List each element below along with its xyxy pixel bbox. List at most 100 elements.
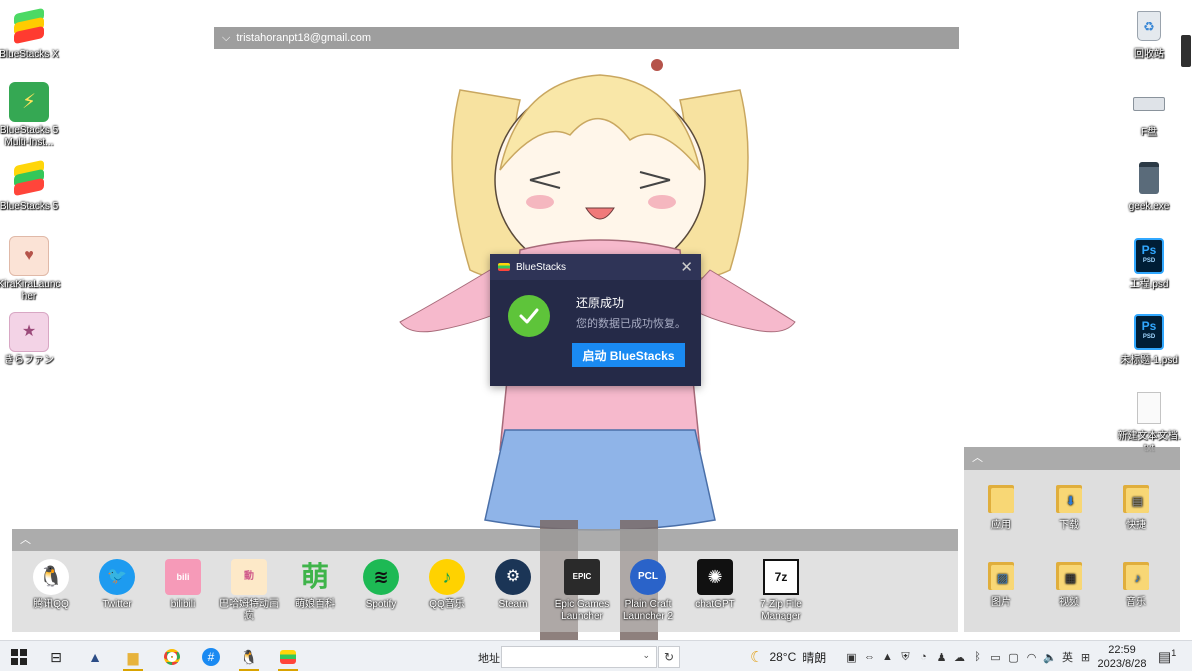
desktop-icon-recycle-bin[interactable]: ♻ 回收站 (1117, 6, 1181, 61)
desktop-icon-label: F盘 (1140, 127, 1158, 138)
desktop-icon-kirafan[interactable]: ★ きらファン (0, 312, 61, 367)
dock-item-moegirl[interactable]: 萌 萌娘百科 (282, 559, 348, 611)
folder-panel-collapse-toggle[interactable]: ︿ (964, 447, 1180, 470)
close-icon[interactable]: ✕ (680, 260, 693, 275)
kirakira-launcher-icon: ♥ (9, 236, 49, 276)
clock[interactable]: 22:59 2023/8/28 (1096, 643, 1148, 671)
network-icon[interactable]: ▢ (1007, 651, 1020, 664)
taskbar: ⊟ ▲ ▆ # 🐧 地址 ⌄ ↻ ☾ 28°C 晴朗 ▣ ⇔ ▲ ⛨ ◔ ♟ ☁… (0, 640, 1192, 671)
edge-scroll-handle[interactable] (1181, 35, 1191, 67)
dock-item-steam[interactable]: ⚙ Steam (480, 559, 546, 611)
address-bar[interactable]: ⌄ (501, 646, 657, 668)
dock-item-label: 7-Zip File Manager (760, 599, 802, 622)
drive-icon (1129, 84, 1169, 124)
bluestacks-logo-icon (498, 263, 510, 271)
dock-item-spotify[interactable]: ≋ Spotify (348, 559, 414, 611)
text-file-icon (1129, 388, 1169, 428)
taskbar-app-cat[interactable]: ▲ (79, 644, 111, 670)
desktop-icon-label: 回收站 (1134, 49, 1164, 60)
chevron-down-icon[interactable]: ⌄ (642, 650, 650, 661)
folder-shortcuts[interactable]: ▤ 快捷 (1106, 483, 1166, 531)
desktop-icon-new-text[interactable]: 新建文本文档.txt (1117, 388, 1181, 455)
task-view-button[interactable]: ⊟ (40, 644, 72, 670)
desktop-icon-label: 工程.psd (1129, 279, 1169, 290)
dock-item-bilibili[interactable]: bili bilibili (150, 559, 216, 611)
videos-folder-icon: ▦ (1054, 560, 1084, 590)
taskbar-chrome[interactable] (156, 644, 188, 670)
desktop-icon-f-drive[interactable]: F盘 (1117, 84, 1181, 139)
desktop-icon-geek[interactable]: geek.exe (1117, 158, 1181, 213)
dock-item-7zip[interactable]: 7z 7-Zip File Manager (748, 559, 814, 623)
keyboard-grid-icon[interactable]: ⊞ (1079, 651, 1092, 664)
dock-item-bahamut-anime[interactable]: 動 巴哈姆特动画疯 (216, 559, 282, 623)
notification-center-button[interactable]: ▤1 (1158, 648, 1176, 666)
cat-app-icon: ▲ (88, 649, 102, 665)
account-bar[interactable]: ⌵ tristahoranpt18@gmail.com (214, 27, 959, 49)
taskbar-qq[interactable]: 🐧 (233, 644, 265, 671)
taskbar-file-explorer[interactable]: ▆ (117, 644, 149, 671)
security-shield-icon[interactable]: ⛨ (899, 651, 912, 664)
battery-icon[interactable]: ▭ (989, 651, 1002, 664)
document-folder-icon: ▤ (1121, 483, 1151, 513)
desktop-icon-kirakira-launcher[interactable]: ♥ KiraKiraLauncher (0, 236, 61, 303)
wifi-icon[interactable]: ◠ (1025, 651, 1038, 664)
desktop-icon-bluestacks-x[interactable]: BlueStacks X (0, 6, 61, 61)
folder-downloads[interactable]: ⬇ 下载 (1039, 483, 1099, 531)
file-explorer-icon: ▆ (127, 648, 139, 665)
dialog-message: 您的数据已成功恢复。 (576, 318, 686, 330)
volume-icon[interactable]: 🔈 (1043, 651, 1057, 664)
desktop-icon-gongcheng-psd[interactable]: Ps PSD 工程.psd (1117, 236, 1181, 291)
dock-item-label: Plain Craft Launcher 2 (622, 599, 674, 622)
multi-instance-icon: ⚡ (9, 82, 49, 122)
desktop-icon-label: BlueStacks 5 (0, 201, 59, 212)
dock-item-chatgpt[interactable]: ✺ chatGPT (682, 559, 748, 611)
chevron-up-icon[interactable]: ︿ (972, 452, 983, 464)
bluestacks-x-icon (9, 6, 49, 46)
folder-apps[interactable]: 应用 (971, 483, 1031, 531)
game-tray-icon[interactable]: ♟ (935, 651, 948, 664)
taskbar-bluestacks[interactable] (272, 644, 304, 671)
folder-music[interactable]: ♪ 音乐 (1106, 560, 1166, 608)
address-label: 地址 (478, 653, 500, 665)
account-email: tristahoranpt18@gmail.com (236, 32, 372, 44)
folder-videos[interactable]: ▦ 视频 (1039, 560, 1099, 608)
chevron-down-icon[interactable]: ⌵ (222, 32, 230, 45)
dock-item-qq[interactable]: 🐧 腾讯QQ (18, 559, 84, 611)
moegirl-icon: 萌 (300, 561, 329, 592)
epic-games-icon: EPIC (564, 559, 600, 595)
cat-tray-icon[interactable]: ▲ (881, 651, 894, 663)
dock-item-qq-music[interactable]: ♪ QQ音乐 (414, 559, 480, 611)
desktop-icon-untitled-psd[interactable]: Ps PSD 未标题-1.psd (1117, 312, 1181, 367)
dock-item-twitter[interactable]: 🐦 Twitter (84, 559, 150, 611)
network-sync-tray-icon[interactable]: ⇔ (863, 651, 876, 663)
weather-widget[interactable]: ☾ 28°C 晴朗 (750, 648, 826, 666)
bluetooth-icon[interactable]: ᛒ (971, 651, 984, 663)
twitter-bird-icon: 🐦 (99, 559, 135, 595)
dock-item-label: 巴哈姆特动画疯 (219, 599, 279, 622)
desktop-icon-bluestacks-multi[interactable]: ⚡ BlueStacks 5 Multi-Inst... (0, 82, 61, 149)
dock-item-label: Steam (498, 599, 528, 610)
dock-item-epic-games[interactable]: EPIC Epic Games Launcher (549, 559, 615, 623)
launch-bluestacks-button[interactable]: 启动 BlueStacks (572, 343, 685, 367)
refresh-button[interactable]: ↻ (658, 646, 680, 668)
dock-item-pcl2[interactable]: PCL Plain Craft Launcher 2 (615, 559, 681, 623)
taskbar-hash-app[interactable]: # (195, 644, 227, 670)
address-input[interactable] (502, 647, 632, 667)
start-button[interactable] (3, 644, 35, 670)
onedrive-cloud-icon[interactable]: ☁ (953, 651, 966, 664)
notification-count: 1 (1171, 648, 1177, 658)
speed-tray-icon[interactable]: ◔ (917, 651, 930, 663)
folder-pictures[interactable]: ▨ 图片 (971, 560, 1031, 608)
screenshot-tray-icon[interactable]: ▣ (845, 651, 858, 664)
chrome-icon (164, 649, 180, 665)
windows-logo-icon (11, 649, 27, 665)
dialog-heading: 还原成功 (576, 296, 625, 310)
bahamut-anime-icon: 動 (231, 559, 267, 595)
ime-indicator[interactable]: 英 (1061, 649, 1074, 665)
qq-music-icon: ♪ (429, 559, 465, 595)
moon-icon: ☾ (750, 649, 764, 666)
chevron-up-icon[interactable]: ︿ (20, 534, 31, 546)
desktop-icon-label: BlueStacks X (0, 49, 59, 60)
dock-collapse-toggle[interactable]: ︿ (12, 529, 958, 551)
desktop-icon-bluestacks-5[interactable]: BlueStacks 5 (0, 158, 61, 213)
